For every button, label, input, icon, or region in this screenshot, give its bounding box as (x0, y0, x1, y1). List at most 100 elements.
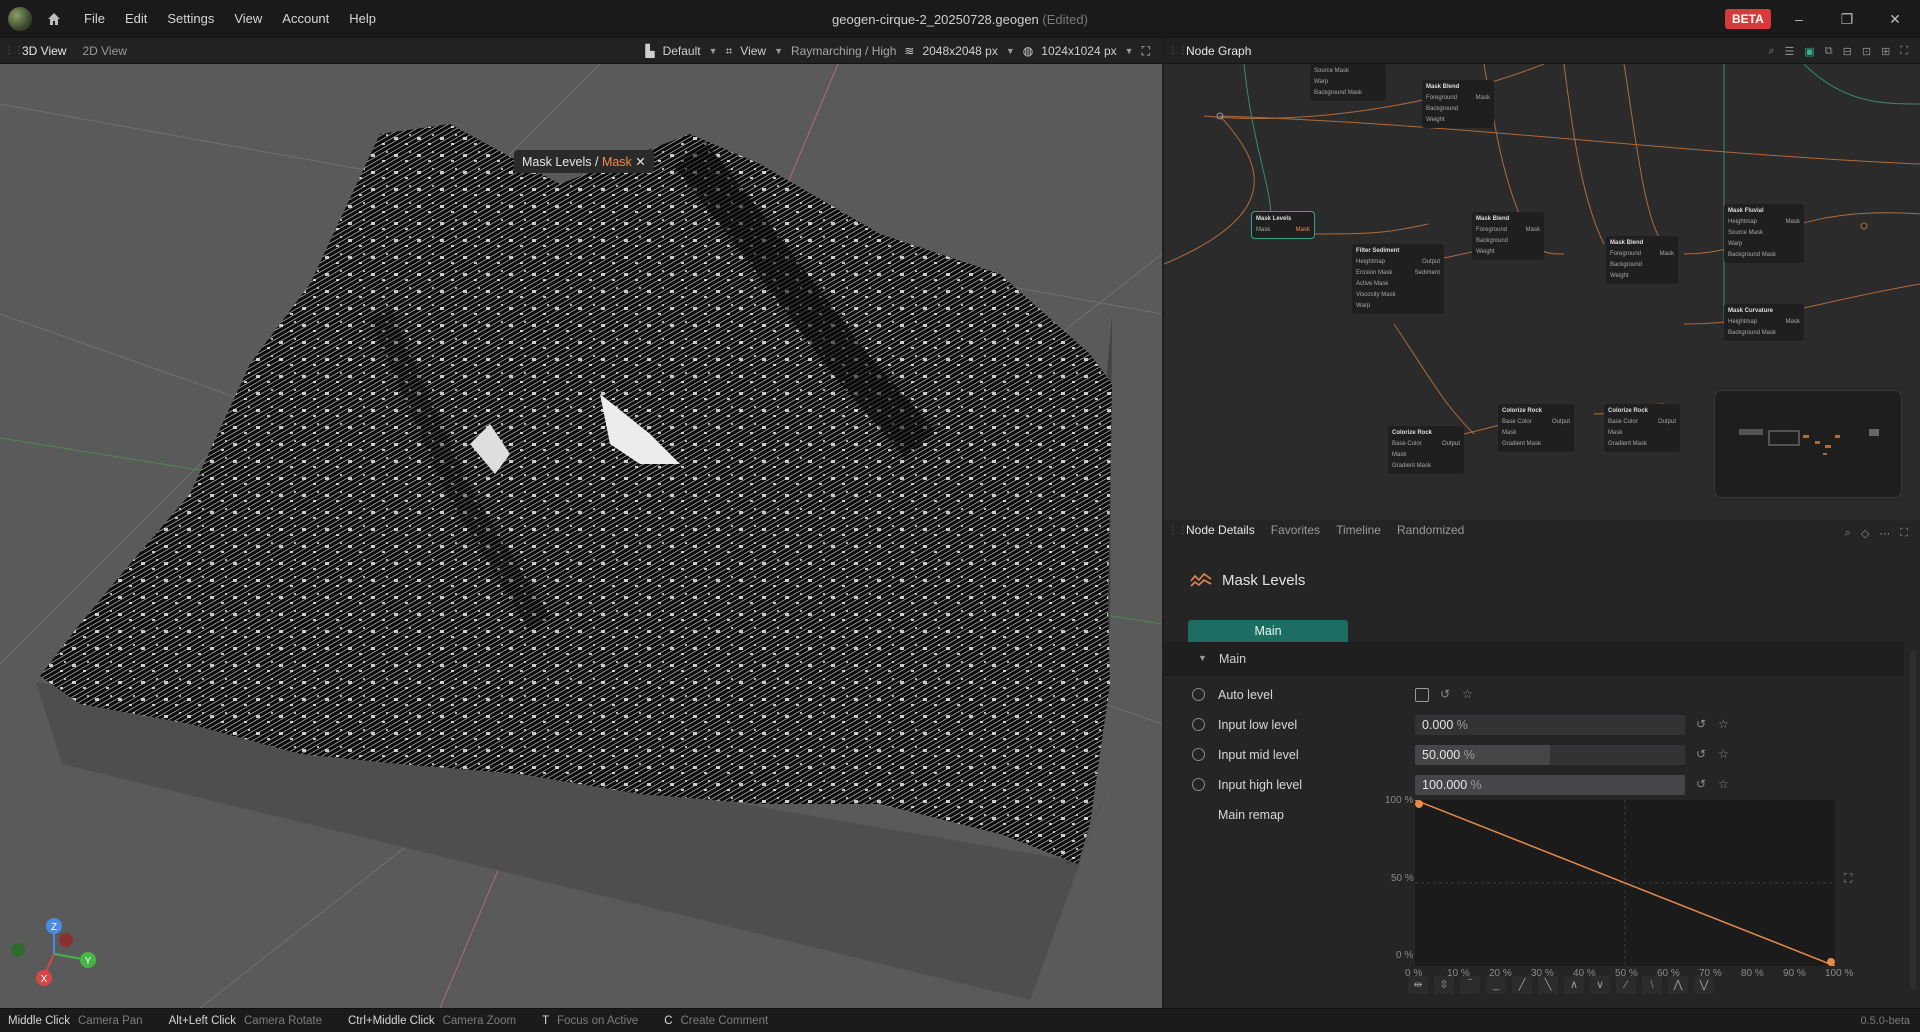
frame-icon[interactable]: ⊞ (1881, 45, 1890, 58)
view-dropdown[interactable]: View (740, 44, 766, 58)
node-port[interactable]: Weight (1610, 271, 1674, 282)
node-port[interactable]: Gradient Mask (1392, 461, 1460, 472)
curve-control-point[interactable] (1827, 958, 1835, 966)
section-header[interactable]: ▼ Main (1164, 642, 1904, 676)
maximize-icon[interactable]: ⛶ (1142, 44, 1150, 59)
chevron-down-icon[interactable]: ▼ (1125, 46, 1134, 56)
node-port[interactable]: Base Color Output (1502, 417, 1570, 428)
graph-view-icon[interactable]: ▣ (1804, 45, 1814, 58)
node-port[interactable]: Foreground Mask (1610, 249, 1674, 260)
node-port[interactable]: Gradient Mask (1608, 439, 1676, 450)
node-port[interactable]: Viscosity Mask (1356, 290, 1440, 301)
node-port[interactable]: Mask Mask (1256, 225, 1310, 236)
reset-icon[interactable]: ↺ (1440, 687, 1450, 701)
3d-viewport[interactable]: Mask Levels / Mask ✕ Z Y X (0, 64, 1162, 1008)
preset-flat-high-icon[interactable]: ‾ (1460, 976, 1480, 994)
node-port[interactable]: Background (1476, 236, 1540, 247)
preset-inverse-icon[interactable]: ╲ (1538, 976, 1558, 994)
node-port[interactable]: Warp (1356, 301, 1440, 312)
drag-handle-icon[interactable]: ⋮⋮ (1168, 525, 1188, 536)
node-port[interactable]: Gradient Mask (1502, 439, 1570, 450)
resolution-dropdown[interactable]: 2048x2048 px (922, 44, 997, 58)
star-icon[interactable]: ☆ (1718, 717, 1729, 731)
menu-settings[interactable]: Settings (157, 11, 224, 26)
graph-node[interactable]: Source Mask Warp Background Mask (1310, 64, 1386, 101)
chevron-down-icon[interactable]: ▼ (709, 46, 718, 56)
axis-gizmo[interactable]: Z Y X (8, 914, 104, 994)
input-low-field[interactable]: 0.000 % (1415, 715, 1685, 735)
tab-main[interactable]: Main (1188, 620, 1348, 642)
fit-icon[interactable]: ⊡ (1862, 45, 1871, 58)
expose-radio[interactable] (1192, 688, 1205, 701)
remap-curve[interactable] (1414, 799, 1836, 967)
drag-handle-icon[interactable]: ⋮⋮ (4, 45, 24, 56)
node-port[interactable]: Warp (1728, 239, 1800, 250)
node-port[interactable]: Background Mask (1728, 328, 1800, 339)
breadcrumb-node[interactable]: Mask Levels (522, 155, 591, 169)
minimize-icon[interactable]: – (1790, 10, 1808, 28)
menu-help[interactable]: Help (339, 11, 386, 26)
node-port[interactable]: Background (1426, 104, 1490, 115)
node-port[interactable]: Weight (1426, 115, 1490, 126)
restore-icon[interactable]: ❐ (1838, 10, 1856, 28)
node-port[interactable]: Warp (1314, 77, 1382, 88)
preset-ease-in-icon[interactable]: ⁄ (1616, 976, 1636, 994)
preview-resolution-dropdown[interactable]: 1024x1024 px (1041, 44, 1116, 58)
graph-node[interactable]: Mask Fluvial Heightmap Mask Source Mask … (1724, 204, 1804, 263)
scrollbar[interactable] (1910, 650, 1916, 990)
node-port[interactable]: Base Color Output (1608, 417, 1676, 428)
node-port[interactable]: Background Mask (1314, 88, 1382, 99)
layout-icon[interactable]: ⊟ (1843, 45, 1852, 58)
preset-flat-low-icon[interactable]: _ (1486, 976, 1506, 994)
preset-linear-icon[interactable]: ╱ (1512, 976, 1532, 994)
node-port[interactable]: Heightmap Mask (1728, 317, 1800, 328)
input-high-field[interactable]: 100.000 % (1415, 775, 1685, 795)
search-icon[interactable]: ⌕ (1768, 45, 1774, 58)
node-port[interactable]: Source Mask (1728, 228, 1800, 239)
link-icon[interactable]: ⧉ (1825, 45, 1833, 58)
graph-node[interactable]: Mask Blend Foreground Mask Background We… (1472, 212, 1544, 260)
preset-dropdown[interactable]: Default (663, 44, 701, 58)
close-icon[interactable]: ✕ (635, 155, 645, 169)
auto-level-checkbox[interactable] (1415, 688, 1429, 702)
curve-control-point[interactable] (1415, 800, 1423, 808)
collapse-triangle-icon[interactable]: ▼ (1198, 653, 1207, 663)
more-icon[interactable]: ⋯ (1879, 527, 1890, 540)
node-port[interactable]: Weight (1476, 247, 1540, 258)
menu-account[interactable]: Account (272, 11, 339, 26)
flip-horizontal-icon[interactable]: ⇹ (1408, 976, 1428, 994)
node-port[interactable]: Mask (1608, 428, 1676, 439)
preset-ease-out-icon[interactable]: ⧵ (1642, 976, 1662, 994)
node-port[interactable]: Mask (1502, 428, 1570, 439)
star-icon[interactable]: ☆ (1462, 687, 1473, 701)
menu-file[interactable]: File (74, 11, 115, 26)
graph-minimap[interactable] (1714, 390, 1902, 498)
node-port[interactable]: Background Mask (1728, 250, 1800, 261)
expose-radio[interactable] (1192, 718, 1205, 731)
input-mid-field[interactable]: 50.000 % (1415, 745, 1685, 765)
render-mode[interactable]: Raymarching / High (791, 44, 896, 58)
node-port[interactable]: Foreground Mask (1426, 93, 1490, 104)
preset-bell-icon[interactable]: ⋀ (1668, 976, 1688, 994)
menu-view[interactable]: View (224, 11, 272, 26)
graph-node[interactable]: Mask Curvature Heightmap Mask Background… (1724, 304, 1804, 341)
expand-icon[interactable]: ⛶ (1844, 871, 1852, 886)
remap-curve-editor[interactable] (1414, 799, 1836, 967)
maximize-icon[interactable]: ⛶ (1900, 45, 1908, 58)
node-port[interactable]: Mask (1392, 450, 1460, 461)
node-port[interactable]: Active Mask (1356, 279, 1440, 290)
search-icon[interactable]: ⌕ (1845, 527, 1851, 540)
chevron-down-icon[interactable]: ▼ (774, 46, 783, 56)
node-port[interactable]: Source Mask (1314, 66, 1382, 77)
chevron-down-icon[interactable]: ▼ (1006, 46, 1015, 56)
reset-icon[interactable]: ↺ (1696, 717, 1706, 731)
menu-edit[interactable]: Edit (115, 11, 157, 26)
expose-radio[interactable] (1192, 778, 1205, 791)
star-icon[interactable]: ☆ (1718, 777, 1729, 791)
close-icon[interactable]: ✕ (1886, 10, 1904, 28)
graph-node[interactable]: Colorize Rock Base Color Output Mask Gra… (1604, 404, 1680, 452)
graph-node[interactable]: Colorize Rock Base Color Output Mask Gra… (1388, 426, 1464, 474)
graph-node[interactable]: Mask Blend Foreground Mask Background We… (1606, 236, 1678, 284)
node-port[interactable]: Foreground Mask (1476, 225, 1540, 236)
breadcrumb-port[interactable]: Mask (602, 155, 632, 169)
